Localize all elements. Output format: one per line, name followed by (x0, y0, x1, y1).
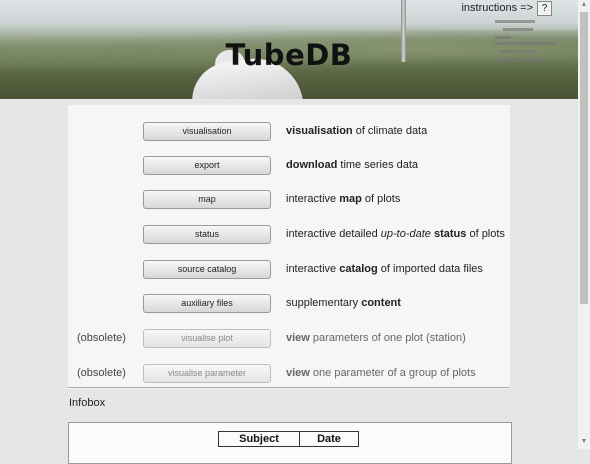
obsolete-label: (obsolete) (77, 367, 126, 379)
map-button[interactable]: map (143, 189, 271, 209)
row-description: interactive catalog of imported data fil… (286, 263, 483, 275)
row-description: supplementary content (286, 297, 401, 309)
row-description: interactive detailed up-to-date status o… (286, 228, 505, 240)
menu-row: status interactive detailed up-to-date st… (0, 217, 510, 251)
divider (68, 387, 510, 388)
row-description: view one parameter of a group of plots (286, 367, 476, 379)
row-description: download time series data (286, 159, 419, 171)
obsolete-label: (obsolete) (77, 332, 126, 344)
row-description: view parameters of one plot (station) (286, 332, 466, 344)
menu-row: source catalog interactive catalog of imp… (0, 252, 510, 286)
page-title: TubeDB (225, 38, 353, 72)
menu-row: (obsolete) visualise plot view parameters … (0, 321, 510, 355)
instructions: instructions => ? (461, 0, 552, 16)
scroll-up-icon[interactable]: ▲ (578, 1, 590, 8)
export-button[interactable]: export (143, 155, 271, 175)
menu-row: map interactive map of plots (0, 182, 510, 216)
visualise-plot-button[interactable]: visualise plot (143, 328, 271, 348)
column-header-subject: Subject (218, 431, 300, 447)
redacted-info (495, 20, 557, 68)
status-button[interactable]: status (143, 224, 271, 244)
menu-row: visualisation visualisation of climate da… (0, 114, 510, 148)
menu-row: (obsolete) visualise parameter view one pa… (0, 356, 510, 390)
auxiliary-files-button[interactable]: auxiliary files (143, 293, 271, 313)
column-header-date: Date (299, 431, 359, 447)
visualisation-button[interactable]: visualisation (143, 121, 271, 141)
infobox-label: Infobox (69, 397, 106, 409)
scroll-down-icon[interactable]: ▼ (578, 438, 590, 445)
instructions-label: instructions => (461, 2, 533, 14)
row-description: visualisation of climate data (286, 125, 428, 137)
help-button[interactable]: ? (537, 0, 552, 16)
source-catalog-button[interactable]: source catalog (143, 259, 271, 279)
header-banner: TubeDB instructions => ? (0, 0, 578, 99)
menu-row: auxiliary files supplementary content (0, 286, 510, 320)
scrollbar-thumb[interactable] (580, 12, 588, 304)
menu-row: export download time series data (0, 148, 510, 182)
visualise-parameter-button[interactable]: visualise parameter (143, 363, 271, 383)
infobox-table: Subject Date (218, 431, 359, 447)
row-description: interactive map of plots (286, 193, 401, 205)
scrollbar[interactable]: ▲ ▼ (578, 0, 590, 449)
